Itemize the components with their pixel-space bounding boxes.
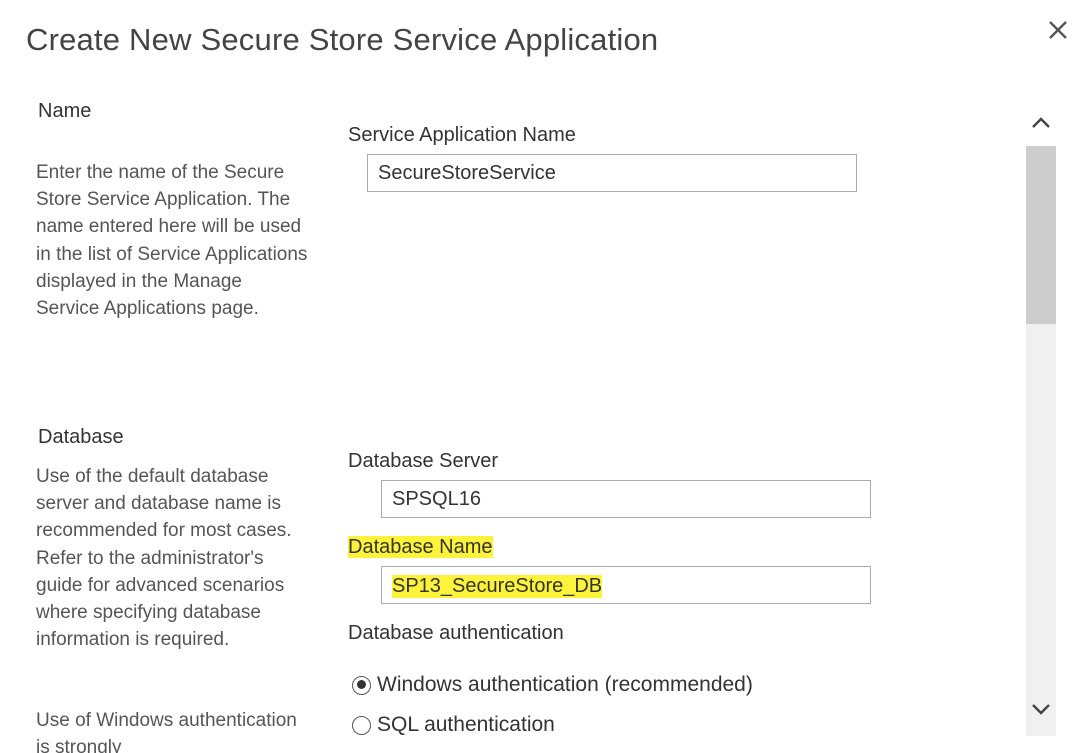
database-section-description: Use of the default database server and d… [36,466,292,651]
radio-windows-authentication[interactable]: Windows authentication (recommended) [352,672,753,698]
name-section-heading: Name [38,100,92,122]
database-server-label: Database Server [348,450,499,472]
dialog-content: Name Enter the name of the Secure Store … [0,86,1024,753]
scroll-up-button[interactable] [1028,110,1054,136]
radio-button[interactable] [352,715,371,735]
name-section-description: Enter the name of the Secure Store Servi… [36,162,308,320]
radio-sql-authentication[interactable]: SQL authentication [352,712,555,738]
chevron-up-icon [1032,117,1050,128]
database-name-label: Database Name [348,536,493,559]
database-name-input-value: SP13_SecureStore_DB [392,575,603,598]
database-section-description-2: Use of Windows authentication is strongl… [36,710,297,753]
close-icon [1049,21,1067,39]
scroll-thumb[interactable] [1026,146,1056,324]
close-button[interactable] [1044,16,1072,44]
radio-button-checked[interactable] [352,675,371,695]
database-server-input[interactable] [381,480,871,518]
dialog-title: Create New Secure Store Service Applicat… [26,22,659,57]
scroll-down-button[interactable] [1028,696,1054,722]
database-name-label-text: Database Name [348,536,493,558]
radio-label: SQL authentication [377,713,555,736]
dialog: Create New Secure Store Service Applicat… [0,0,1080,753]
service-application-name-label: Service Application Name [348,124,576,146]
chevron-down-icon [1032,704,1050,715]
radio-label: Windows authentication (recommended) [377,673,753,696]
service-application-name-input[interactable] [367,154,857,192]
vertical-scrollbar[interactable] [1026,86,1056,753]
database-authentication-label: Database authentication [348,622,564,644]
database-name-input[interactable]: SP13_SecureStore_DB [381,566,871,604]
database-section-heading: Database [38,426,124,448]
